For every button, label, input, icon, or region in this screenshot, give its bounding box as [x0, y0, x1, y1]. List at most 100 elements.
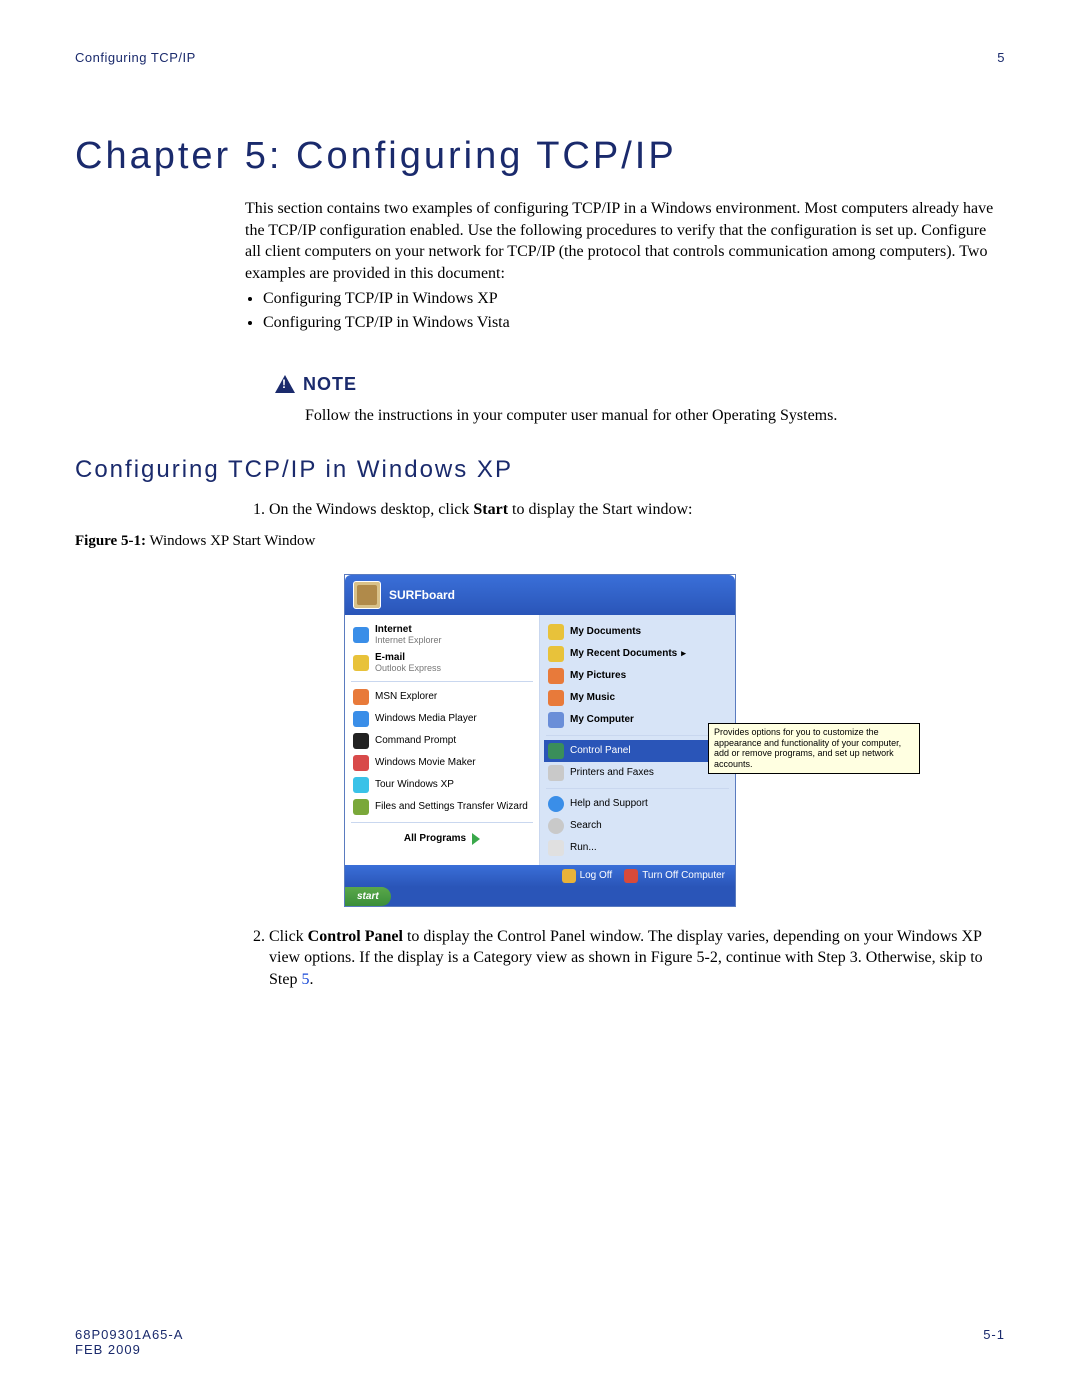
- menu-item-label: Help and Support: [570, 798, 648, 809]
- menu-item-label: Windows Movie Maker: [375, 757, 476, 768]
- folder-icon: [548, 743, 564, 759]
- windows-start-menu: SURFboard InternetInternet Explorer E-mai…: [345, 575, 735, 906]
- start-menu-item[interactable]: InternetInternet Explorer: [349, 621, 535, 649]
- turn-off-button[interactable]: Turn Off Computer: [624, 869, 725, 883]
- warning-triangle-icon: [275, 375, 295, 393]
- folder-icon: [548, 796, 564, 812]
- intro-paragraph: This section contains two examples of co…: [245, 198, 1005, 284]
- app-icon: [353, 689, 369, 705]
- folder-icon: [548, 818, 564, 834]
- start-menu-item[interactable]: Printers and Faxes: [544, 762, 731, 784]
- start-menu-item[interactable]: Windows Movie Maker: [349, 752, 535, 774]
- start-menu-item[interactable]: Help and Support: [544, 793, 731, 815]
- start-menu-item[interactable]: My Pictures: [544, 665, 731, 687]
- footer-page-number: 5-1: [983, 1327, 1005, 1357]
- menu-item-label: MSN Explorer: [375, 691, 437, 702]
- all-programs-label: All Programs: [404, 833, 466, 844]
- figure-caption-text: Windows XP Start Window: [146, 533, 315, 549]
- separator: [351, 822, 533, 823]
- start-button[interactable]: start: [345, 887, 391, 906]
- page: Configuring TCP/IP 5 Chapter 5: Configur…: [0, 0, 1080, 1397]
- step-1: On the Windows desktop, click Start to d…: [269, 499, 1005, 521]
- log-off-button[interactable]: Log Off: [562, 869, 613, 883]
- step-text: to display the Start window:: [508, 501, 692, 518]
- folder-icon: [548, 646, 564, 662]
- all-programs-button[interactable]: All Programs: [349, 827, 535, 851]
- note-label: NOTE: [303, 374, 357, 395]
- start-menu-item[interactable]: Files and Settings Transfer Wizard: [349, 796, 535, 818]
- step-list: On the Windows desktop, click Start to d…: [245, 499, 1005, 521]
- folder-icon: [548, 712, 564, 728]
- start-menu-item[interactable]: MSN Explorer: [349, 686, 535, 708]
- folder-icon: [548, 624, 564, 640]
- app-icon: [353, 799, 369, 815]
- menu-item-label: E-mailOutlook Express: [375, 652, 441, 674]
- doc-number: 68P09301A65-A: [75, 1327, 183, 1342]
- note-text: Follow the instructions in your computer…: [305, 405, 1005, 427]
- start-menu-item[interactable]: Search: [544, 815, 731, 837]
- note-block: NOTE Follow the instructions in your com…: [275, 374, 1005, 427]
- header-left: Configuring TCP/IP: [75, 50, 196, 65]
- menu-item-label: My Pictures: [570, 670, 626, 681]
- start-menu-item[interactable]: Command Prompt: [349, 730, 535, 752]
- control-panel-tooltip: Provides options for you to customize th…: [708, 723, 920, 774]
- menu-item-label: My Music: [570, 692, 615, 703]
- start-menu-body: InternetInternet Explorer E-mailOutlook E…: [345, 615, 735, 865]
- separator: [546, 735, 729, 736]
- running-header: Configuring TCP/IP 5: [75, 50, 1005, 65]
- figure-image: SURFboard InternetInternet Explorer E-mai…: [75, 575, 1005, 906]
- start-menu-item[interactable]: Tour Windows XP: [349, 774, 535, 796]
- doc-date: FEB 2009: [75, 1342, 183, 1357]
- menu-item-label: Search: [570, 820, 602, 831]
- bullet-item: Configuring TCP/IP in Windows XP: [263, 288, 1005, 310]
- step-text: Click: [269, 928, 308, 945]
- user-name: SURFboard: [389, 588, 455, 602]
- menu-item-label: My Recent Documents: [570, 648, 686, 659]
- folder-icon: [548, 668, 564, 684]
- menu-item-label: My Documents: [570, 626, 641, 637]
- menu-item-label: My Computer: [570, 714, 634, 725]
- start-menu-item[interactable]: Run...: [544, 837, 731, 859]
- app-icon: [353, 755, 369, 771]
- separator: [351, 681, 533, 682]
- header-page-number: 5: [997, 50, 1005, 65]
- start-menu-item[interactable]: My Recent Documents: [544, 643, 731, 665]
- start-menu-item-control-panel[interactable]: Control Panel: [544, 740, 731, 762]
- menu-item-label: Files and Settings Transfer Wizard: [375, 801, 528, 812]
- start-menu-item[interactable]: My Computer: [544, 709, 731, 731]
- intro-block: This section contains two examples of co…: [245, 198, 1005, 334]
- app-icon: [353, 627, 369, 643]
- app-icon: [353, 711, 369, 727]
- start-menu-header: SURFboard: [345, 575, 735, 615]
- step-text: .: [309, 971, 313, 988]
- intro-bullet-list: Configuring TCP/IP in Windows XP Configu…: [245, 288, 1005, 333]
- section-title: Configuring TCP/IP in Windows XP: [75, 456, 1005, 484]
- folder-icon: [548, 765, 564, 781]
- user-avatar-icon: [353, 581, 381, 609]
- app-icon: [353, 655, 369, 671]
- figure-caption: Figure 5-1: Windows XP Start Window: [75, 533, 1005, 550]
- menu-item-label: Printers and Faxes: [570, 767, 654, 778]
- menu-item-label: Control Panel: [570, 745, 631, 756]
- menu-item-label: Run...: [570, 842, 597, 853]
- menu-item-label: Command Prompt: [375, 735, 456, 746]
- step-2: Click Control Panel to display the Contr…: [269, 926, 1005, 991]
- menu-item-label: InternetInternet Explorer: [375, 624, 442, 646]
- app-icon: [353, 777, 369, 793]
- footer-left: 68P09301A65-A FEB 2009: [75, 1327, 183, 1357]
- start-menu-item[interactable]: Windows Media Player: [349, 708, 535, 730]
- power-icon: [624, 869, 638, 883]
- start-menu-item[interactable]: My Music: [544, 687, 731, 709]
- start-menu-right-column: My Documents My Recent Documents My Pictur…: [540, 615, 735, 865]
- folder-icon: [548, 840, 564, 856]
- log-off-icon: [562, 869, 576, 883]
- page-footer: 68P09301A65-A FEB 2009 5-1: [75, 1327, 1005, 1357]
- start-menu-item[interactable]: My Documents: [544, 621, 731, 643]
- start-menu-left-column: InternetInternet Explorer E-mailOutlook E…: [345, 615, 540, 865]
- menu-item-label: Tour Windows XP: [375, 779, 454, 790]
- step-bold: Start: [473, 501, 508, 518]
- start-menu-item[interactable]: E-mailOutlook Express: [349, 649, 535, 677]
- step-bold: Control Panel: [308, 928, 403, 945]
- bullet-item: Configuring TCP/IP in Windows Vista: [263, 312, 1005, 334]
- taskbar: start: [345, 887, 735, 906]
